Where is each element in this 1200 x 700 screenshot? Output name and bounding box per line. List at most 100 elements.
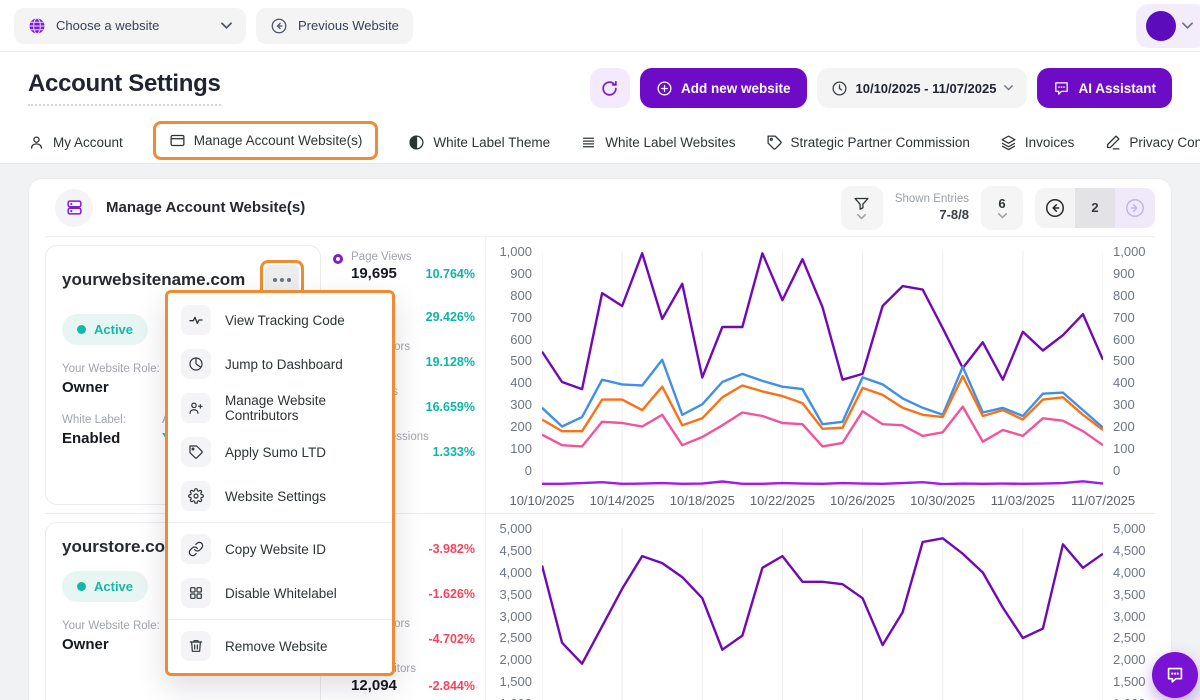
chat-icon (1053, 80, 1070, 97)
tab-label: Invoices (1025, 135, 1075, 150)
panel-title: Manage Account Website(s) (106, 199, 305, 216)
trash-icon (181, 631, 211, 661)
stat-percent: 29.426% (426, 310, 475, 324)
refresh-icon (600, 79, 619, 98)
series-engaged-sessions (542, 481, 1103, 484)
list-icon (580, 134, 597, 151)
page-title: Account Settings (28, 70, 221, 106)
stat-value: 12,094 (351, 677, 397, 694)
menu-item-jump-to-dashboard[interactable]: Jump to Dashboard (168, 342, 392, 386)
menu-item-label: Manage Website Contributors (225, 393, 379, 423)
menu-divider (168, 619, 392, 620)
tab-white-label-websites[interactable]: White Label Websites (580, 134, 735, 151)
next-page-button[interactable] (1115, 188, 1155, 228)
stat-percent: 1.333% (433, 445, 475, 459)
tab-label: My Account (53, 135, 123, 150)
user-plus-icon (181, 393, 211, 423)
menu-item-label: Copy Website ID (225, 542, 326, 557)
funnel-icon (853, 195, 870, 212)
status-dot (77, 582, 86, 591)
website-selector[interactable]: Choose a website (14, 8, 246, 44)
pagination: 2 (1035, 188, 1155, 228)
add-new-website-label: Add new website (681, 81, 791, 96)
menu-item-label: View Tracking Code (225, 313, 345, 328)
menu-item-disable-whitelabel[interactable]: Disable Whitelabel (168, 571, 392, 615)
date-range-value: 10/10/2025 - 11/07/2025 (856, 81, 997, 96)
arrow-right-circle-icon (1124, 197, 1146, 219)
tag-icon (766, 134, 783, 151)
chat-bubble-icon (1164, 664, 1186, 686)
avatar (1146, 11, 1176, 41)
x-axis: 10/10/202510/14/202510/18/202510/22/2025… (542, 493, 1103, 513)
page-header: Account Settings Add new website 10/10/2… (0, 52, 1200, 118)
y-axis-left: 1,0009008007006005004003002001000 (496, 244, 542, 478)
white-label-status: White Label: Enabled (62, 414, 126, 447)
stat-label: Page Views (351, 251, 475, 263)
chevron-down-icon (1004, 84, 1013, 92)
menu-item-manage-website-contributors[interactable]: Manage Website Contributors (168, 386, 392, 430)
tab-my-account[interactable]: My Account (28, 134, 123, 151)
layers-icon (1000, 134, 1017, 151)
line-chart-canvas (542, 251, 1103, 485)
menu-item-website-settings[interactable]: Website Settings (168, 474, 392, 518)
tab-invoices[interactable]: Invoices (1000, 134, 1075, 151)
shown-entries-value: 7-8/8 (895, 207, 969, 224)
series-page-views (542, 538, 1103, 663)
chevron-down-icon (998, 213, 1007, 219)
refresh-button[interactable] (590, 68, 630, 108)
account-menu[interactable] (1136, 4, 1200, 48)
website-selector-label: Choose a website (56, 18, 159, 33)
menu-divider (168, 522, 392, 523)
tab-manage-account-websites[interactable]: Manage Account Website(s) (153, 121, 379, 160)
stat-percent: 16.659% (426, 400, 475, 414)
line-chart-canvas (542, 528, 1103, 700)
page-size-value: 6 (998, 196, 1005, 211)
pulse-icon (181, 305, 211, 335)
filter-button[interactable] (841, 186, 883, 230)
menu-item-label: Disable Whitelabel (225, 586, 337, 601)
stat-percent: -1.626% (428, 587, 475, 601)
menu-item-apply-sumo-ltd[interactable]: Apply Sumo LTD (168, 430, 392, 474)
user-icon (28, 134, 45, 151)
tab-strategic-partner-commission[interactable]: Strategic Partner Commission (766, 134, 970, 151)
stat-percent: -3.982% (428, 542, 475, 556)
previous-website-button[interactable]: Previous Website (256, 8, 413, 44)
traffic-chart: 5,0004,5004,0003,5003,0002,5002,0001,500… (485, 514, 1155, 700)
series-total-visitors (542, 407, 1103, 447)
database-icon (55, 189, 93, 227)
support-chat-button[interactable] (1152, 652, 1198, 698)
tab-label: White Label Theme (433, 135, 550, 150)
status-dot (77, 325, 86, 334)
menu-item-view-tracking-code[interactable]: View Tracking Code (168, 298, 392, 342)
chevron-down-icon (857, 214, 866, 220)
ai-assistant-button[interactable]: AI Assistant (1037, 68, 1172, 108)
current-page[interactable]: 2 (1075, 188, 1115, 228)
stat-percent: 10.764% (426, 267, 475, 281)
menu-item-remove-website[interactable]: Remove Website (168, 624, 392, 668)
status-label: Active (94, 322, 133, 337)
tab-label: White Label Websites (605, 135, 735, 150)
previous-page-button[interactable] (1035, 188, 1075, 228)
y-axis-right: 5,0004,5004,0003,5003,0002,5002,0001,500… (1103, 521, 1149, 700)
date-range-picker[interactable]: 10/10/2025 - 11/07/2025 (817, 68, 1028, 108)
page-size-select[interactable]: 6 (981, 186, 1023, 230)
add-new-website-button[interactable]: Add new website (640, 68, 807, 108)
menu-item-label: Apply Sumo LTD (225, 445, 326, 460)
stat-row: Page Views19,69510.764% (333, 251, 475, 283)
white-label-label: White Label: (62, 414, 126, 426)
shown-entries-label: Shown Entries (895, 192, 969, 207)
website-name: yourstore.com (62, 537, 180, 557)
arrow-left-circle-icon (1044, 197, 1066, 219)
tab-privacy-consents[interactable]: Privacy Consents (1104, 134, 1200, 151)
status-label: Active (94, 579, 133, 594)
chevron-down-icon (1182, 22, 1193, 30)
settings-tabs: My Account Manage Account Website(s) Whi… (0, 118, 1200, 164)
tab-white-label-theme[interactable]: White Label Theme (408, 134, 550, 151)
menu-item-copy-website-id[interactable]: Copy Website ID (168, 527, 392, 571)
status-badge: Active (62, 571, 148, 602)
top-bar: Choose a website Previous Website (0, 0, 1200, 52)
menu-item-label: Website Settings (225, 489, 326, 504)
shown-entries: Shown Entries 7-8/8 (895, 192, 969, 224)
pie-chart-icon (181, 349, 211, 379)
previous-website-label: Previous Website (298, 18, 399, 33)
